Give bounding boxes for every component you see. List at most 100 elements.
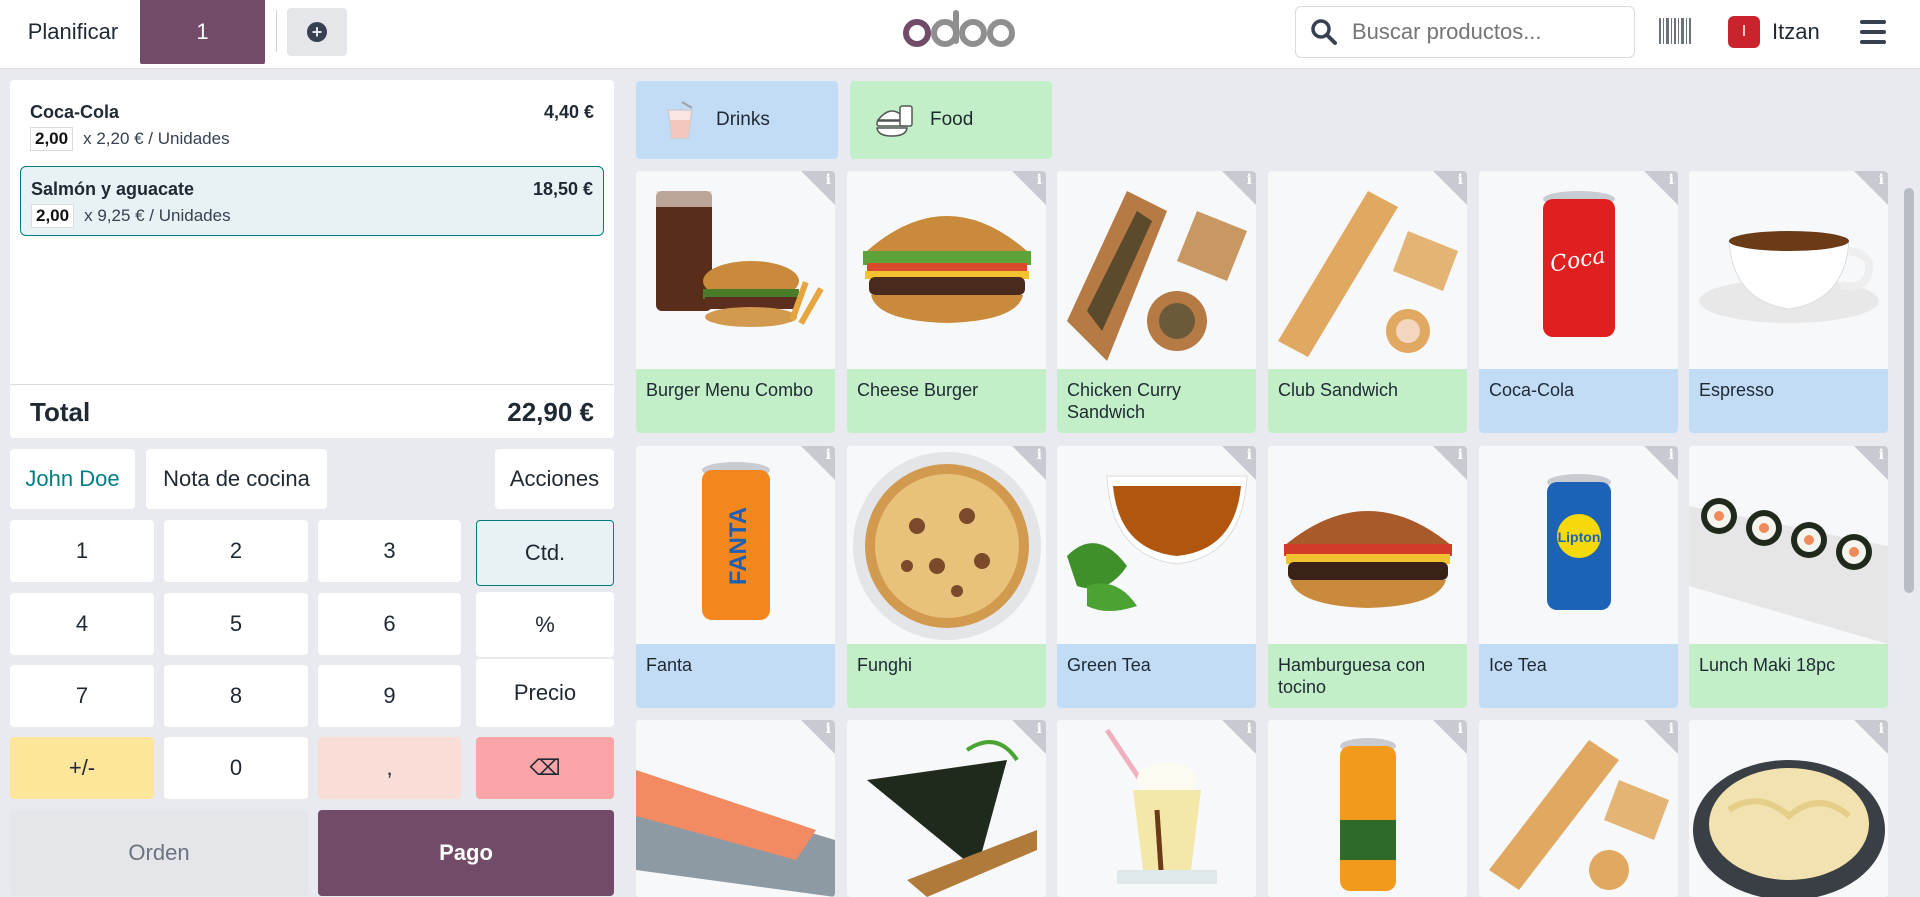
top-bar: Planificar 1 + I Itzan [0,0,1920,69]
product-card[interactable]: i Burger Menu Combo [636,171,835,433]
backspace-button[interactable]: ⌫ [476,737,614,799]
product-card[interactable]: i [636,720,835,897]
category-label: Drinks [716,109,770,130]
numpad-4[interactable]: 4 [10,593,154,655]
info-icon: i [1246,721,1252,737]
category-label: Food [930,109,974,130]
product-card[interactable]: i [1689,720,1888,897]
product-name: Burger Menu Combo [636,369,835,433]
svg-text:Lipton: Lipton [1558,529,1601,545]
product-card[interactable]: i [847,720,1046,897]
info-icon: i [1036,172,1042,188]
product-name: Coca-Cola [1479,369,1678,433]
odoo-logo [903,10,1015,47]
product-card[interactable]: i [1268,720,1467,897]
category-drinks[interactable]: Drinks [636,81,838,159]
numpad-7[interactable]: 7 [10,665,154,727]
product-card[interactable]: i Lunch Maki 18pc [1689,446,1888,708]
product-name: Chicken Curry Sandwich [1057,369,1256,433]
product-card[interactable]: i [1479,720,1678,897]
product-name: Cheese Burger [847,369,1046,433]
product-name: Espresso [1689,369,1888,433]
scrollbar-thumb[interactable] [1904,188,1914,593]
product-card[interactable]: FANTA i Fanta [636,446,835,708]
product-card[interactable]: i Cheese Burger [847,171,1046,433]
info-icon: i [1878,447,1884,463]
numpad-6[interactable]: 6 [318,593,461,655]
numpad-1[interactable]: 1 [10,520,154,582]
order-line-unit: x 9,25 € / Unidades [84,206,231,225]
product-name: Fanta [636,644,835,708]
product-name: Green Tea [1057,644,1256,708]
barcode-icon[interactable] [1658,17,1692,45]
order-panel: Coca-Cola 4,40 € 2,00 x 2,20 € / Unidade… [10,80,614,438]
product-card[interactable]: i Hamburguesa con tocino [1268,446,1467,708]
product-name: Lunch Maki 18pc [1689,644,1888,708]
user-name: Itzan [1772,19,1820,44]
quantity-mode-button[interactable]: Ctd. [476,520,614,586]
order-line-detail: 2,00 x 2,20 € / Unidades [30,127,230,151]
actions-button[interactable]: Acciones [495,449,614,509]
info-icon: i [1878,721,1884,737]
add-order-button[interactable]: + [287,8,347,56]
numpad-3[interactable]: 3 [318,520,461,582]
order-line-detail: 2,00 x 9,25 € / Unidades [31,204,231,228]
order-button[interactable]: Orden [10,810,308,896]
svg-text:FANTA: FANTA [725,507,752,585]
sign-toggle-button[interactable]: +/- [10,737,154,799]
product-name: Ice Tea [1479,644,1678,708]
tab-separator [276,10,277,52]
order-line-price: 4,40 € [543,102,594,122]
product-card[interactable]: i Club Sandwich [1268,171,1467,433]
user-menu[interactable]: I Itzan [1728,14,1820,50]
order-tab-1[interactable]: 1 [140,0,265,64]
product-list-scrollbar[interactable] [1902,170,1916,897]
numpad-9[interactable]: 9 [318,665,461,727]
numpad-8[interactable]: 8 [164,665,308,727]
total-label: Total [30,397,91,427]
category-food[interactable]: Food [850,81,1052,159]
drink-glass-icon [667,101,693,139]
plan-button[interactable]: Planificar [12,0,134,64]
info-icon: i [1668,447,1674,463]
numpad-5[interactable]: 5 [164,593,308,655]
product-card[interactable]: i Espresso [1689,171,1888,433]
info-icon: i [825,447,831,463]
product-card[interactable]: i Funghi [847,446,1046,708]
product-name: Club Sandwich [1268,369,1467,433]
food-burger-icon [876,105,913,137]
numpad-2[interactable]: 2 [164,520,308,582]
product-card[interactable]: i [1057,720,1256,897]
discount-mode-button[interactable]: % [476,592,614,657]
order-line-qty: 2,00 [30,127,74,151]
plus-circle-icon: + [307,22,327,42]
numpad-0[interactable]: 0 [164,737,308,799]
info-icon: i [825,721,831,737]
order-line-unit: x 2,20 € / Unidades [83,129,230,148]
product-search[interactable] [1295,6,1635,58]
info-icon: i [1878,172,1884,188]
order-line-selected[interactable]: Salmón y aguacate 18,50 € 2,00 x 9,25 € … [20,166,604,236]
order-line-name: Coca-Cola [30,102,120,122]
product-card[interactable]: Lipton i Ice Tea [1479,446,1678,708]
product-card[interactable]: i Green Tea [1057,446,1256,708]
order-line-price: 18,50 € [532,179,593,199]
kitchen-note-button[interactable]: Nota de cocina [146,449,327,509]
search-icon [1296,6,1352,58]
order-line[interactable]: Coca-Cola 4,40 € 2,00 x 2,20 € / Unidade… [20,90,604,160]
product-card[interactable]: Coca i Coca-Cola [1479,171,1678,433]
order-total: Total 22,90 € [10,384,614,438]
product-name: Funghi [847,644,1046,708]
info-icon: i [1457,721,1463,737]
hamburger-menu-icon[interactable] [1860,20,1886,44]
customer-button[interactable]: John Doe [10,449,135,509]
info-icon: i [1036,447,1042,463]
info-icon: i [1668,721,1674,737]
decimal-separator-button[interactable]: , [318,737,461,799]
payment-button[interactable]: Pago [318,810,614,896]
info-icon: i [1246,172,1252,188]
product-name: Hamburguesa con tocino [1268,644,1467,708]
search-input[interactable] [1352,19,1622,45]
price-mode-button[interactable]: Precio [476,659,614,727]
product-card[interactable]: i Chicken Curry Sandwich [1057,171,1256,433]
